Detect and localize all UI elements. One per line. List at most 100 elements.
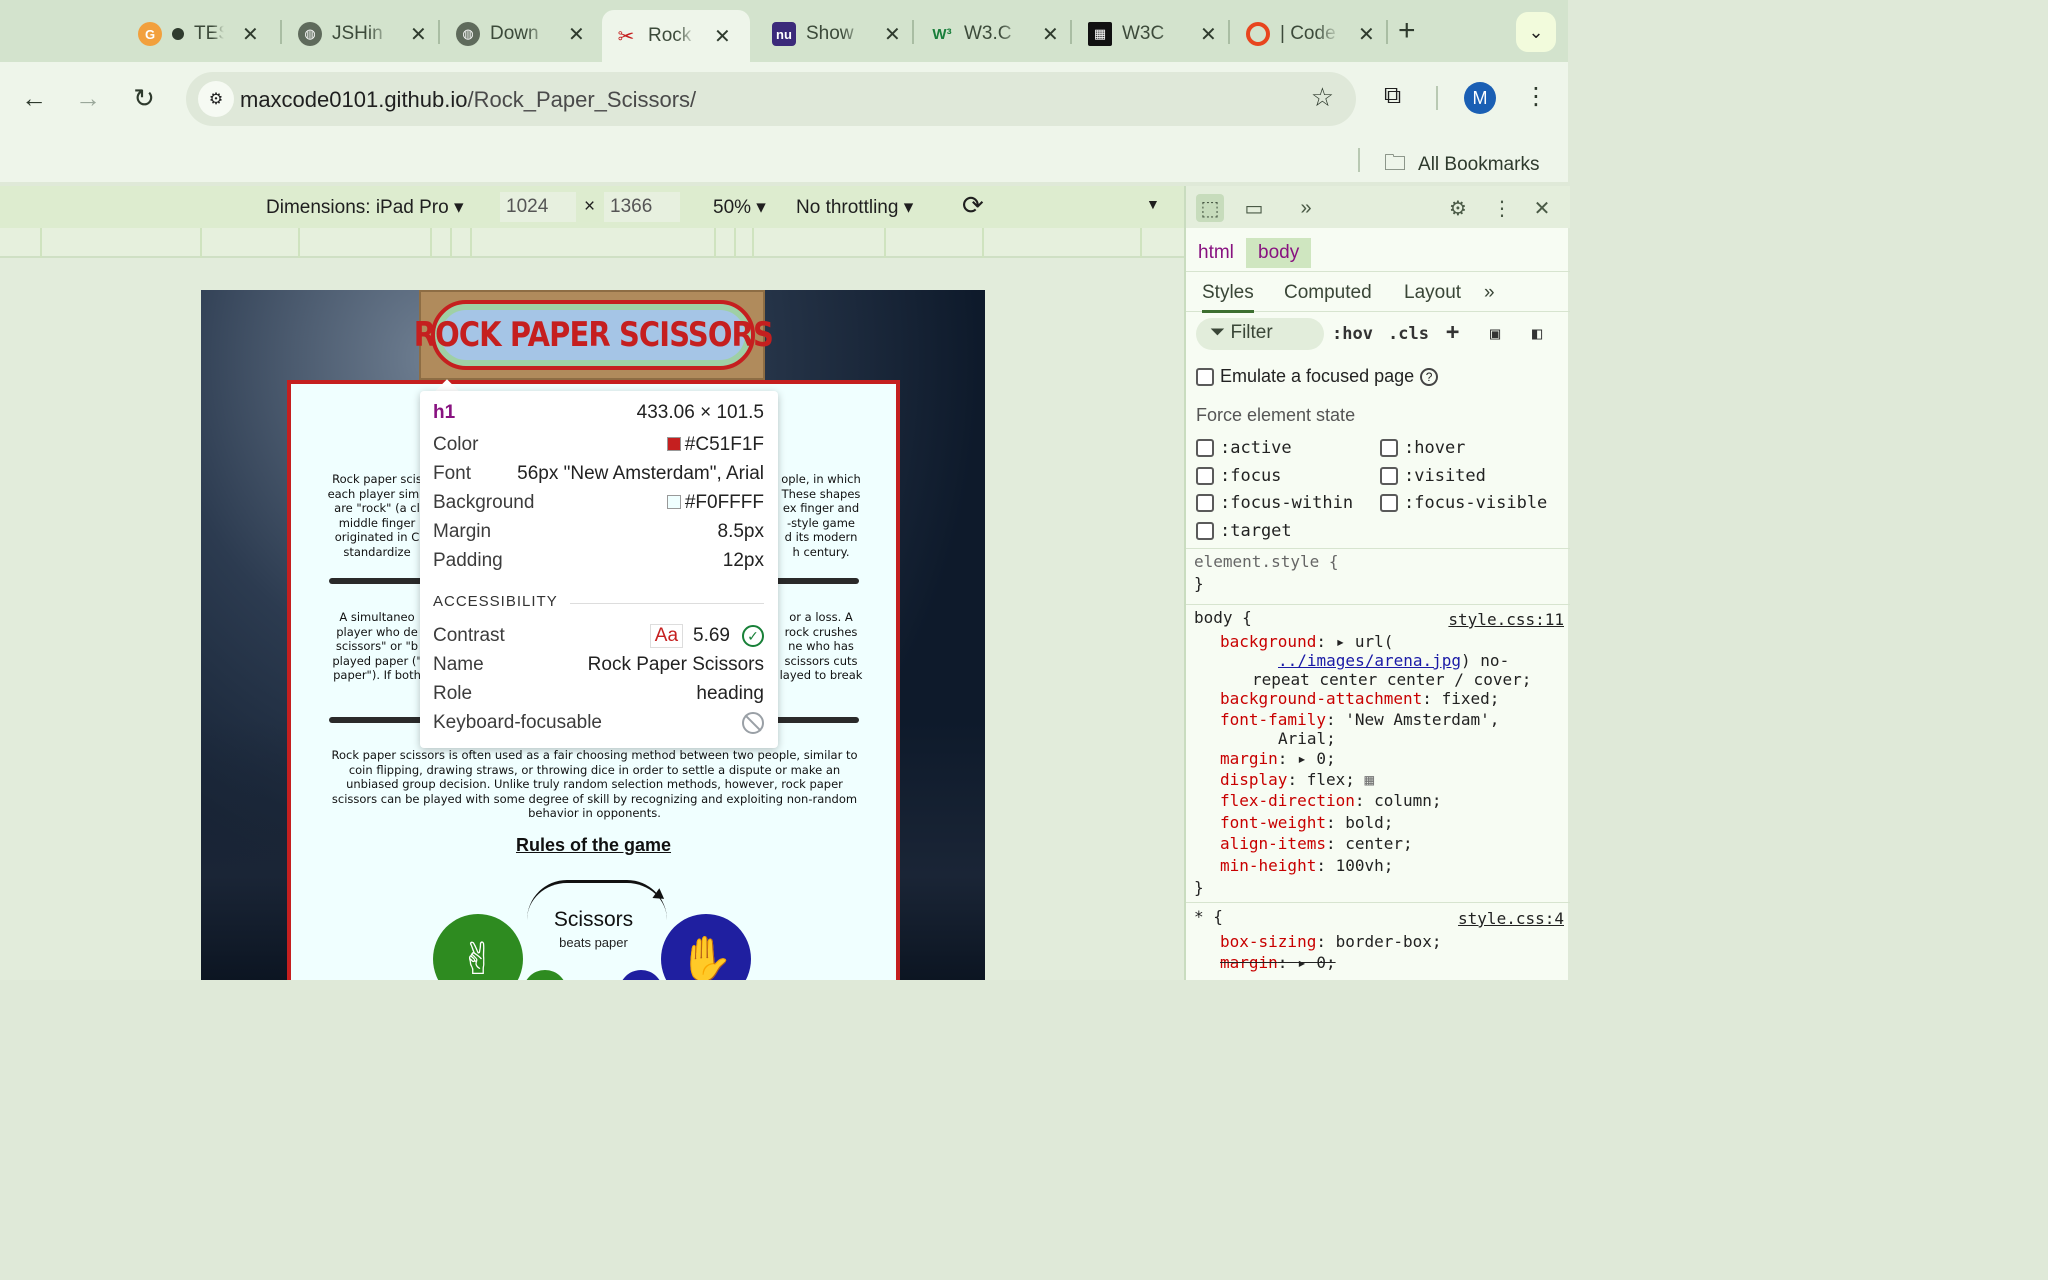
flex-editor-icon[interactable]: ▦ [1365, 770, 1375, 789]
zoom-select[interactable]: 50% ▾ [713, 196, 766, 219]
breadcrumb-body[interactable]: body [1246, 238, 1312, 268]
state-target[interactable]: :target [1196, 521, 1292, 541]
hov-toggle[interactable]: :hov [1332, 324, 1373, 344]
not-allowed-icon [742, 712, 764, 734]
h1-highlight[interactable]: ROCK PAPER SCISSORS [413, 290, 773, 380]
filter-input[interactable]: ⏷ Filter [1196, 318, 1324, 350]
universal-selector[interactable]: * { [1194, 907, 1223, 926]
tab-download[interactable]: ◍ Down ✕ [444, 12, 597, 56]
color-label: Color [433, 434, 479, 455]
globe-icon: ◍ [456, 22, 480, 46]
paint-brush-icon[interactable]: ▣ [1490, 324, 1500, 344]
tab-title: W3C [1122, 23, 1165, 44]
inspect-element-icon[interactable]: ⬚ [1196, 194, 1224, 222]
browser-menu-icon[interactable]: ⋮ [1524, 82, 1548, 111]
state-hover[interactable]: :hover [1380, 438, 1465, 458]
bookmark-star-icon[interactable]: ☆ [1311, 82, 1334, 113]
tab-w3c[interactable]: ▦ W3C ✕ [1076, 12, 1229, 56]
throttling-select[interactable]: No throttling ▾ [796, 196, 913, 219]
more-tabs-icon[interactable]: » [1484, 282, 1495, 304]
tab-show[interactable]: nu Show ✕ [760, 12, 913, 56]
more-options-icon[interactable]: ▼ [1146, 196, 1160, 212]
media-query-ruler[interactable] [0, 228, 1184, 258]
close-tab-icon[interactable]: ✕ [1358, 22, 1375, 47]
breadcrumb-html[interactable]: html [1198, 242, 1234, 264]
back-icon[interactable]: ← [18, 82, 50, 114]
tab-layout[interactable]: Layout [1404, 282, 1461, 304]
tab-title: Rock [648, 25, 692, 46]
state-focus-within[interactable]: :focus-within [1196, 493, 1353, 513]
avatar[interactable]: M [1464, 82, 1496, 114]
close-tab-icon[interactable]: ✕ [714, 24, 731, 49]
height-input[interactable]: 1366 [604, 192, 680, 222]
all-bookmarks-button[interactable]: 🗀 All Bookmarks [1384, 146, 1539, 184]
reload-icon[interactable]: ↻ [128, 82, 160, 114]
close-tab-icon[interactable]: ✕ [1042, 22, 1059, 47]
recording-dot-icon [172, 28, 184, 40]
scissors-icon: ✂ [617, 25, 635, 48]
close-tab-icon[interactable]: ✕ [568, 22, 585, 47]
color-value: #C51F1F [684, 434, 764, 455]
tab-title: JSHin [332, 23, 383, 44]
background-value: #F0FFFF [684, 492, 764, 513]
device-toggle-icon[interactable]: ▭ [1240, 194, 1268, 222]
tooltip-tag: h1 [433, 402, 456, 423]
name-value: Rock Paper Scissors [587, 654, 764, 675]
address-bar[interactable]: ⚙ maxcode0101.github.io/Rock_Paper_Sciss… [186, 72, 1356, 126]
state-visited[interactable]: :visited [1380, 466, 1486, 486]
forward-icon[interactable]: → [72, 82, 104, 114]
body-source-link[interactable]: style.css:11 [1448, 610, 1564, 629]
cls-toggle[interactable]: .cls [1388, 324, 1429, 344]
tab-rock-active[interactable]: ✂ Rock ✕ [602, 10, 750, 62]
dimensions-select[interactable]: Dimensions: iPad Pro ▾ [266, 196, 464, 219]
emulate-focus-checkbox[interactable] [1196, 367, 1214, 386]
padding-value: 12px [722, 550, 764, 571]
universal-source-link[interactable]: style.css:4 [1458, 909, 1564, 928]
state-active[interactable]: :active [1196, 438, 1292, 458]
rules-text-right: or a loss. A rock crushes ne who has sci… [779, 610, 863, 682]
padding-label: Padding [433, 550, 503, 571]
tab-w3c-css[interactable]: W³ W3.C ✕ [918, 12, 1071, 56]
width-input[interactable]: 1024 [500, 192, 576, 222]
tab-tes[interactable]: G TES ✕ [126, 12, 271, 56]
url-text[interactable]: maxcode0101.github.io/Rock_Paper_Scissor… [240, 87, 696, 113]
styles-subtabs: Styles Computed Layout » [1186, 274, 1570, 313]
focusable-label: Keyboard-focusable [433, 712, 602, 733]
tab-search-icon[interactable]: ⌄ [1516, 12, 1556, 52]
close-tab-icon[interactable]: ✕ [884, 22, 901, 47]
validator-icon: nu [772, 22, 796, 46]
tab-title: | Code [1280, 23, 1336, 44]
tab-jshint[interactable]: ◍ JSHin ✕ [286, 12, 439, 56]
help-icon[interactable]: ? [1420, 367, 1439, 386]
name-label: Name [433, 654, 484, 675]
body-selector[interactable]: body { [1194, 608, 1252, 627]
page-heading: ROCK PAPER SCISSORS [413, 300, 773, 370]
tab-styles[interactable]: Styles [1202, 282, 1254, 313]
font-label: Font [433, 463, 472, 484]
state-focus-visible[interactable]: :focus-visible [1380, 493, 1547, 513]
devtools-menu-icon[interactable]: ⋮ [1488, 194, 1516, 222]
extensions-icon[interactable]: ⧉ [1384, 82, 1401, 110]
emulate-focus-row[interactable]: Emulate a focused page ? [1196, 366, 1439, 387]
close-tab-icon[interactable]: ✕ [410, 22, 427, 47]
sidebar-toggle-icon[interactable]: ◧ [1532, 324, 1542, 344]
role-label: Role [433, 683, 473, 704]
new-tab-icon[interactable]: + [1398, 14, 1416, 48]
rotate-icon[interactable]: ⟳ [962, 190, 984, 221]
image-url-link[interactable]: ../images/arena.jpg [1278, 651, 1461, 670]
scissors-sub: beats paper [559, 935, 628, 950]
settings-gear-icon[interactable]: ⚙ [1444, 194, 1472, 222]
tab-computed[interactable]: Computed [1284, 282, 1372, 304]
more-panels-icon[interactable]: » [1292, 194, 1320, 222]
state-focus[interactable]: :focus [1196, 466, 1281, 486]
close-tab-icon[interactable]: ✕ [242, 22, 259, 47]
close-devtools-icon[interactable]: ✕ [1528, 194, 1556, 222]
divider [570, 603, 764, 604]
intro-text-left: Rock paper scis each player simu are "ro… [327, 472, 427, 559]
tab-code[interactable]: | Code ✕ [1234, 12, 1387, 56]
close-tab-icon[interactable]: ✕ [1200, 22, 1217, 47]
devtools-toolbar: ⬚ ▭ » ⚙ ⋮ ✕ [1186, 186, 1570, 228]
site-info-icon[interactable]: ⚙ [198, 81, 234, 117]
new-rule-icon[interactable]: + [1446, 320, 1459, 345]
emulate-focus-label: Emulate a focused page [1220, 366, 1415, 386]
